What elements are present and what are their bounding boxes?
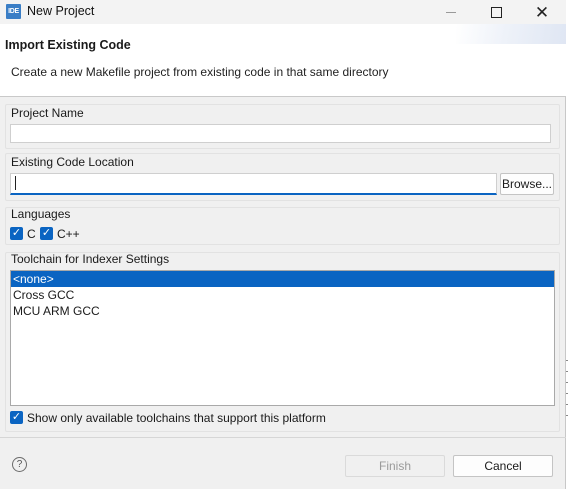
cancel-button[interactable]: Cancel xyxy=(453,455,553,477)
close-icon: ✕ xyxy=(534,2,550,22)
browse-button[interactable]: Browse... xyxy=(500,173,554,195)
minimize-icon xyxy=(446,11,456,13)
project-name-label: Project Name xyxy=(11,106,84,120)
languages-group xyxy=(5,207,560,245)
banner-decoration xyxy=(456,24,566,44)
code-location-label: Existing Code Location xyxy=(11,155,134,169)
finish-button[interactable]: Finish xyxy=(345,455,445,477)
language-cpp-checkbox[interactable]: ✓ xyxy=(40,227,53,240)
toolchain-list[interactable]: <none> Cross GCC MCU ARM GCC xyxy=(10,270,555,406)
footer-separator xyxy=(0,437,566,438)
languages-label: Languages xyxy=(11,207,71,221)
new-project-dialog: IDE New Project ✕ Import Existing Code C… xyxy=(0,0,566,489)
code-location-input[interactable] xyxy=(10,173,497,195)
toolchain-item-mcu-arm-gcc[interactable]: MCU ARM GCC xyxy=(11,303,554,319)
wizard-header: Import Existing Code Create a new Makefi… xyxy=(0,24,566,97)
close-button[interactable]: ✕ xyxy=(519,0,565,24)
minimize-button[interactable] xyxy=(428,0,474,24)
language-c-label: C xyxy=(27,227,36,241)
help-icon[interactable]: ? xyxy=(12,457,27,472)
project-name-input[interactable] xyxy=(10,124,551,143)
language-cpp-label: C++ xyxy=(57,227,80,241)
show-only-available-checkbox[interactable]: ✓ xyxy=(10,411,23,424)
toolchain-item-none[interactable]: <none> xyxy=(11,271,554,287)
maximize-icon xyxy=(490,6,502,18)
page-description: Create a new Makefile project from exist… xyxy=(11,65,389,79)
maximize-button[interactable] xyxy=(473,0,519,24)
show-only-available-label: Show only available toolchains that supp… xyxy=(27,411,326,425)
toolchain-label: Toolchain for Indexer Settings xyxy=(11,252,170,266)
ide-app-icon: IDE xyxy=(6,4,21,19)
title-bar: IDE New Project ✕ xyxy=(0,0,566,24)
page-title: Import Existing Code xyxy=(5,38,131,52)
text-caret xyxy=(15,176,16,190)
language-c-checkbox[interactable]: ✓ xyxy=(10,227,23,240)
toolchain-item-cross-gcc[interactable]: Cross GCC xyxy=(11,287,554,303)
window-title: New Project xyxy=(27,4,95,18)
